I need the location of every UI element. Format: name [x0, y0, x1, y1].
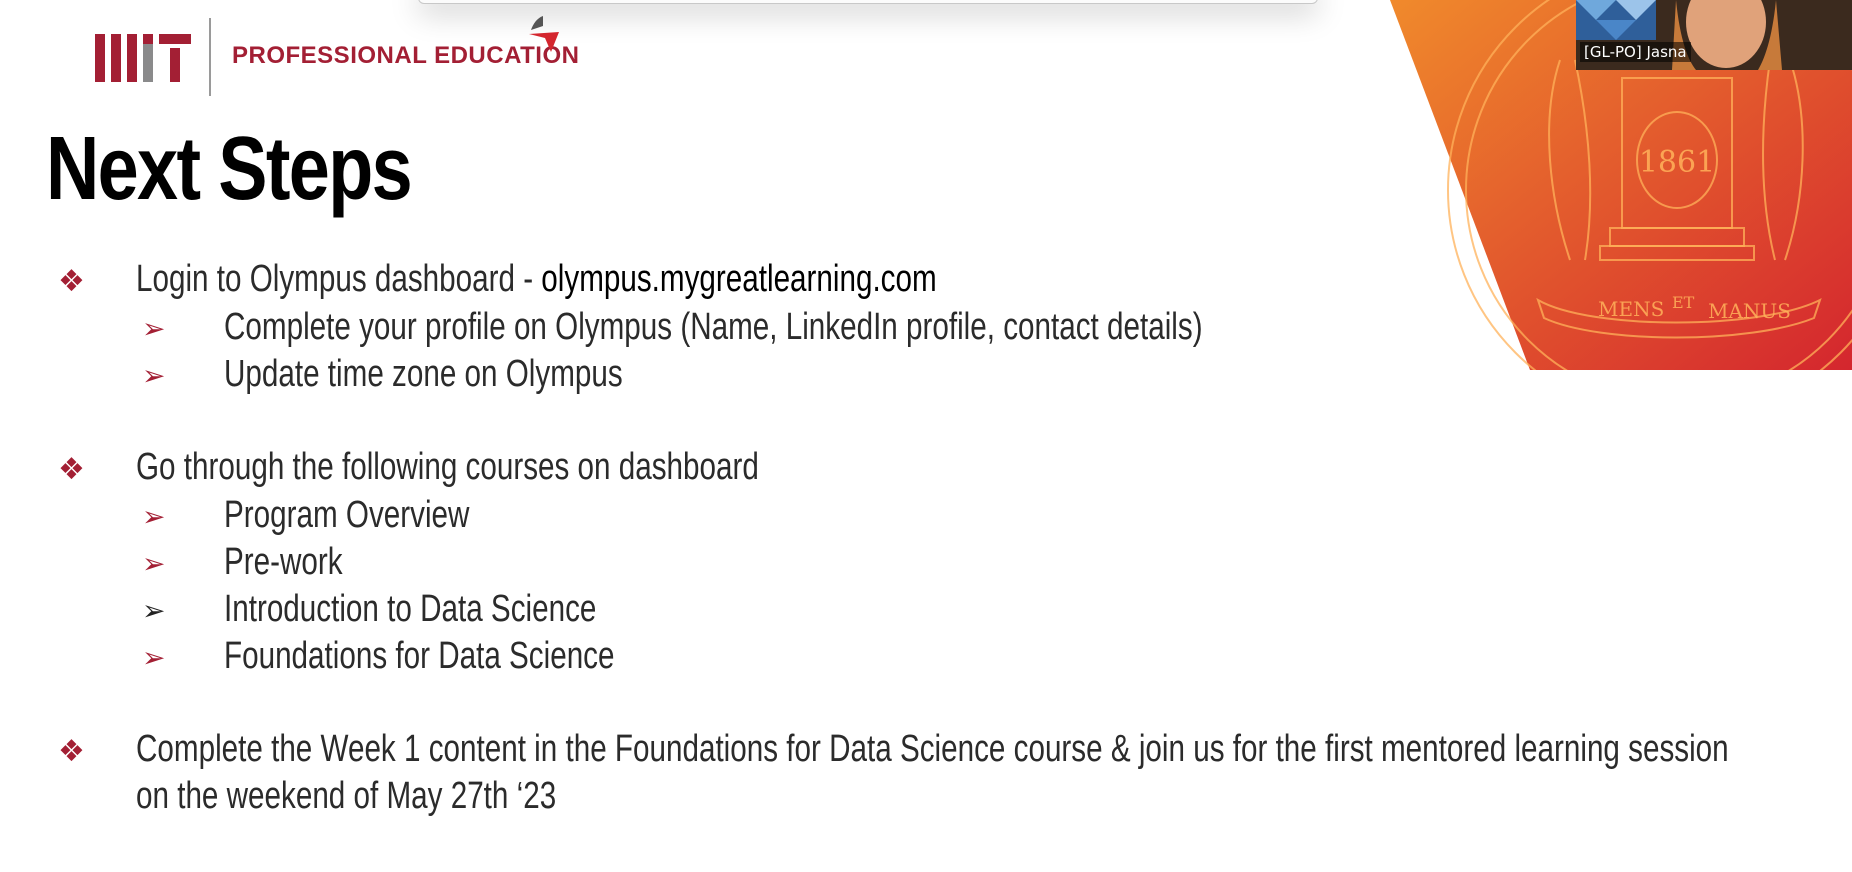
bullet-text: Complete the Week 1 content in the Found… [136, 728, 1729, 770]
subitem-text: Foundations for Data Science [224, 635, 615, 677]
bullet-text: Login to Olympus dashboard - olympus.myg… [136, 258, 937, 301]
seal-motto-3: MANUS [1708, 299, 1791, 323]
bullet-text: Go through the following courses on dash… [136, 446, 759, 488]
bullet-text: on the weekend of May 27th ‘23 [136, 775, 557, 817]
subitem-text: Introduction to Data Science [224, 588, 597, 630]
subitem-text: Pre-work [224, 541, 343, 583]
seal-year: 1861 [1639, 145, 1715, 180]
subitem-text: Complete your profile on Olympus (Name, … [224, 306, 1203, 348]
arrowhead-icon: ➢ [142, 595, 166, 626]
diamond-cluster-icon: ❖ [58, 265, 85, 298]
subitem-text: Update time zone on Olympus [224, 353, 623, 395]
diamond-cluster-icon: ❖ [58, 735, 85, 768]
participant-video-tile[interactable]: [GL-PO] Jasna [1576, 0, 1852, 70]
subitem-text: Program Overview [224, 494, 470, 536]
olympus-link[interactable]: olympus.mygreatlearning.com [541, 258, 936, 300]
seal-motto-1: MENS [1598, 297, 1664, 321]
participant-name: [GL-PO] Jasna [1580, 42, 1691, 62]
arrowhead-icon: ➢ [142, 313, 166, 344]
arrowhead-icon: ➢ [142, 501, 166, 532]
arrowhead-icon: ➢ [142, 642, 166, 673]
seal-motto-2: ET [1672, 293, 1695, 312]
arrowhead-icon: ➢ [142, 548, 166, 579]
bullet-login-text: Login to Olympus dashboard - [136, 258, 542, 300]
presentation-slide: PROFESSIONAL EDUCATION Next Steps ❖ Logi… [0, 0, 1852, 872]
diamond-cluster-icon: ❖ [58, 453, 85, 486]
arrowhead-icon: ➢ [142, 360, 166, 391]
